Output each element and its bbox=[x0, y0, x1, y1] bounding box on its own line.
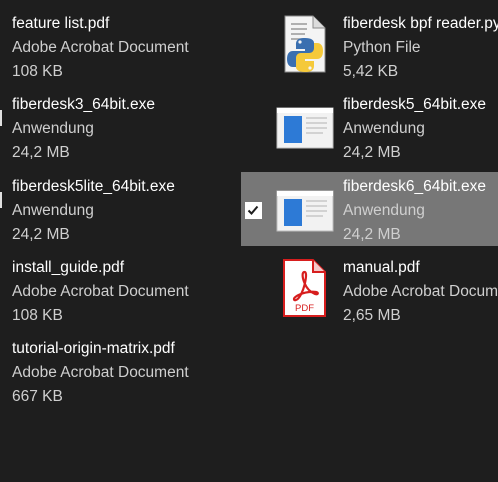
pdf-icon-label: PDF bbox=[295, 303, 314, 314]
file-size: 24,2 MB bbox=[343, 226, 401, 243]
file-item-tutorial-origin-matrix[interactable]: tutorial-origin-matrix.pdf Adobe Acrobat… bbox=[12, 337, 240, 411]
selection-checkbox[interactable] bbox=[245, 202, 262, 219]
file-size: 24,2 MB bbox=[12, 144, 70, 161]
file-item-fiberdesk3[interactable]: fiberdesk3_64bit.exe Anwendung 24,2 MB bbox=[12, 93, 240, 167]
file-name: fiberdesk5lite_64bit.exe bbox=[12, 178, 175, 195]
partial-icon-edge bbox=[0, 110, 2, 126]
file-item-manual[interactable]: PDF manual.pdf Adobe Acrobat Document 2,… bbox=[241, 256, 498, 330]
file-name: tutorial-origin-matrix.pdf bbox=[12, 340, 175, 357]
checkmark-icon bbox=[247, 205, 259, 215]
file-name: feature list.pdf bbox=[12, 15, 110, 32]
file-type: Python File bbox=[343, 39, 421, 56]
file-type: Anwendung bbox=[12, 202, 94, 219]
file-item-install-guide[interactable]: install_guide.pdf Adobe Acrobat Document… bbox=[12, 256, 240, 330]
file-item-fiberdesk5[interactable]: fiberdesk5_64bit.exe Anwendung 24,2 MB bbox=[241, 93, 498, 167]
file-size: 24,2 MB bbox=[12, 226, 70, 243]
file-name: fiberdesk3_64bit.exe bbox=[12, 96, 156, 113]
file-type: Adobe Acrobat Document bbox=[12, 283, 189, 300]
file-type: Adobe Acrobat Document bbox=[12, 39, 189, 56]
file-size: 5,42 KB bbox=[343, 63, 399, 80]
file-name: install_guide.pdf bbox=[12, 259, 125, 276]
file-name: fiberdesk6_64bit.exe bbox=[343, 178, 487, 195]
file-size: 108 KB bbox=[12, 307, 63, 324]
file-item-fiberdesk5lite[interactable]: fiberdesk5lite_64bit.exe Anwendung 24,2 … bbox=[12, 175, 240, 249]
file-name: manual.pdf bbox=[343, 259, 420, 276]
partial-icon-edge bbox=[0, 192, 2, 208]
file-item-fiberdesk-bpf-reader[interactable]: fiberdesk bpf reader.py Python File 5,42… bbox=[241, 12, 498, 86]
file-type: Anwendung bbox=[12, 120, 94, 137]
python-file-icon bbox=[275, 14, 335, 74]
file-type: Anwendung bbox=[343, 120, 425, 137]
file-item-fiberdesk6[interactable]: fiberdesk6_64bit.exe Anwendung 24,2 MB bbox=[241, 172, 498, 246]
file-name: fiberdesk5_64bit.exe bbox=[343, 96, 487, 113]
file-type: Anwendung bbox=[343, 202, 425, 219]
file-item-feature-list[interactable]: feature list.pdf Adobe Acrobat Document … bbox=[12, 12, 240, 86]
application-window-icon bbox=[275, 97, 335, 157]
file-type: Adobe Acrobat Document bbox=[12, 364, 189, 381]
pdf-file-icon: PDF bbox=[275, 258, 335, 318]
file-size: 667 KB bbox=[12, 388, 63, 405]
application-window-icon bbox=[275, 180, 335, 240]
file-size: 24,2 MB bbox=[343, 144, 401, 161]
file-name: fiberdesk bpf reader.py bbox=[343, 15, 498, 32]
file-size: 108 KB bbox=[12, 63, 63, 80]
file-type: Adobe Acrobat Document bbox=[343, 283, 498, 300]
file-size: 2,65 MB bbox=[343, 307, 401, 324]
